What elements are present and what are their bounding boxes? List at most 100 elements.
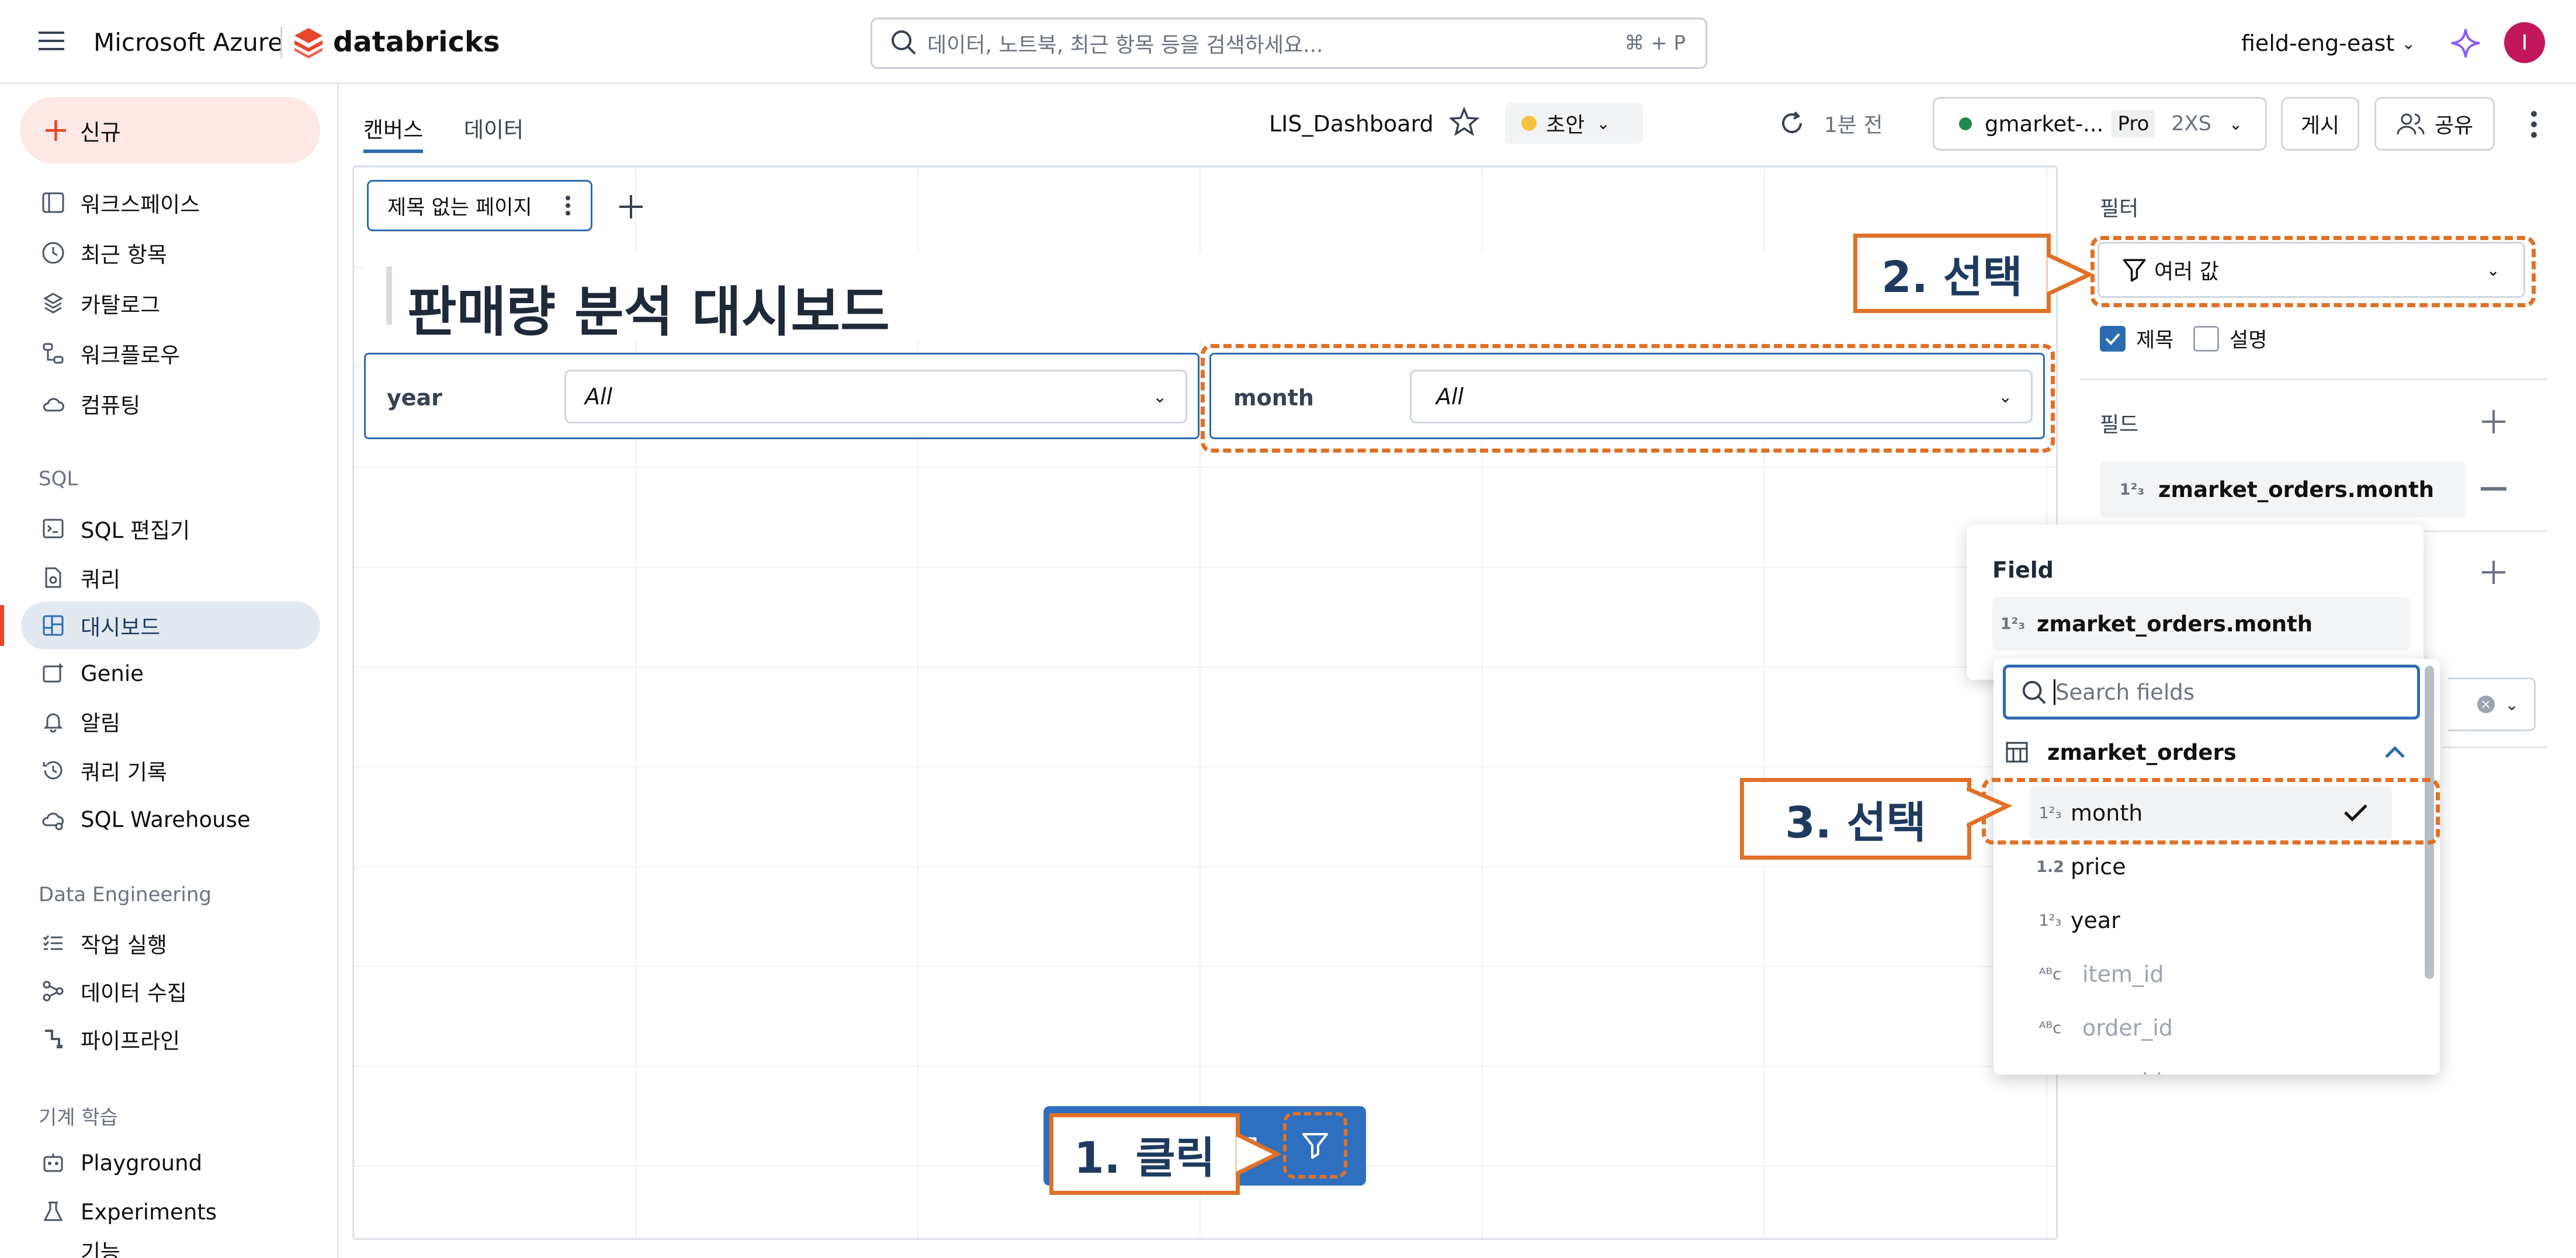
tab-canvas[interactable]: 캔버스	[363, 110, 424, 153]
flask-icon	[36, 1195, 70, 1229]
global-search[interactable]: 데이터, 노트북, 최근 항목 등을 검색하세요... ⌘ + P	[871, 18, 1707, 69]
assistant-sparkle-icon[interactable]	[2449, 27, 2482, 60]
people-icon	[2397, 113, 2425, 135]
sidebar-item-dashboards[interactable]: 대시보드	[21, 602, 320, 649]
annotation-highlight-month-filter	[1201, 344, 2055, 453]
sidebar-item-catalog[interactable]: 카탈로그	[21, 279, 320, 327]
sidebar-item-workflows[interactable]: 워크플로우	[21, 329, 320, 377]
dashboard-title-widget[interactable]: 판매량 분석 대시보드	[365, 252, 2055, 343]
remove-field-icon[interactable]	[2481, 487, 2506, 491]
tab-label: 데이터	[464, 117, 524, 143]
checkbox-checked-icon	[2100, 325, 2126, 352]
panel-heading-filter: 필터	[2100, 197, 2139, 221]
kebab-menu-icon[interactable]	[565, 196, 571, 216]
sidebar-item-pipelines[interactable]: 파이프라인	[21, 1015, 320, 1063]
sidebar-item-workspace[interactable]: 워크스페이스	[21, 179, 320, 227]
sidebar-item-alerts[interactable]: 알림	[21, 697, 320, 745]
table-group-header[interactable]: zmarket_orders	[2003, 725, 2412, 779]
tab-data[interactable]: 데이터	[464, 112, 523, 144]
pipeline-icon	[36, 1022, 70, 1056]
field-option-label: year	[2071, 908, 2120, 933]
sidebar-item-features[interactable]: 기능	[21, 1235, 320, 1258]
panel-heading-fields: 필드	[2100, 413, 2139, 437]
integer-type-icon: 1²₃	[2119, 480, 2145, 499]
sidebar-item-label: SQL 편집기	[81, 518, 190, 543]
search-placeholder: 데이터, 노트북, 최근 항목 등을 검색하세요...	[927, 33, 1323, 57]
sidebar-item-queries[interactable]: 쿼리	[21, 554, 320, 602]
sidebar-item-label: 알림	[81, 711, 121, 736]
add-page-icon[interactable]	[617, 193, 645, 221]
show-title-checkbox[interactable]: 제목	[2100, 324, 2173, 353]
selected-field-chip[interactable]: 1²₃ zmarket_orders.month	[2100, 461, 2466, 517]
warehouse-icon	[36, 802, 70, 836]
annotation-text: 2. 선택	[1881, 252, 2023, 303]
user-avatar[interactable]: I	[2504, 22, 2545, 63]
annotation-step-1: 1. 클릭	[1049, 1113, 1240, 1195]
clock-icon	[36, 236, 70, 270]
star-icon[interactable]	[1448, 106, 1480, 137]
sidebar-item-label: 쿼리	[81, 567, 121, 592]
avatar-initial: I	[2521, 30, 2528, 55]
plus-icon: +	[42, 111, 70, 149]
clear-icon[interactable]: ×	[2477, 696, 2495, 713]
current-field: 1²₃ zmarket_orders.month	[1992, 597, 2411, 651]
refresh-button[interactable]: 1분 전	[1777, 106, 1883, 140]
sidebar-item-label: 파이프라인	[81, 1028, 181, 1054]
new-button-label: 신규	[79, 119, 121, 145]
year-filter-select[interactable]: All ⌄	[564, 370, 1187, 423]
field-search-input[interactable]: Search fields	[2003, 665, 2420, 720]
more-options-icon[interactable]	[2530, 110, 2538, 139]
dashboard-name[interactable]: LIS_Dashboard	[1269, 111, 1434, 137]
warehouse-name: gmarket-...	[1985, 111, 2104, 137]
sidebar-item-genie[interactable]: Genie	[21, 649, 320, 697]
publish-button[interactable]: 게시	[2281, 97, 2359, 151]
field-option-label: price	[2071, 854, 2126, 880]
sidebar-item-query-history[interactable]: 쿼리 기록	[21, 746, 320, 794]
sidebar-item-playground[interactable]: Playground	[21, 1139, 320, 1187]
sidebar-item-recents[interactable]: 최근 항목	[21, 229, 320, 277]
sidebar-item-label: 워크플로우	[81, 343, 181, 368]
year-filter-widget[interactable]: year All ⌄	[364, 353, 1199, 439]
share-button[interactable]: 공유	[2374, 97, 2495, 151]
feature-icon	[36, 1235, 70, 1258]
sidebar-item-sql-editor[interactable]: SQL 편집기	[21, 505, 320, 552]
annotation-step-2: 2. 선택	[1853, 234, 2051, 313]
annotation-highlight-month-option	[1982, 778, 2440, 845]
hamburger-menu-icon[interactable]	[39, 30, 64, 51]
warehouse-selector[interactable]: gmarket-... Pro 2XS ⌄	[1933, 97, 2267, 151]
sidebar-item-compute[interactable]: 컴퓨팅	[21, 380, 320, 428]
add-field-icon[interactable]	[2481, 409, 2506, 435]
sidebar-item-label: 쿼리 기록	[81, 760, 167, 785]
default-value-select[interactable]: × ⌄	[2448, 677, 2536, 731]
chevron-down-icon: ⌄	[2228, 114, 2243, 134]
ingest-icon	[36, 974, 70, 1008]
field-option-user-id: ᴬᴮc user_id	[2030, 1055, 2392, 1075]
sidebar-section-sql: SQL	[39, 467, 78, 491]
filter-label: year	[387, 385, 442, 411]
annotation-text: 3. 선택	[1785, 797, 1926, 848]
sidebar-item-data-ingestion[interactable]: 데이터 수집	[21, 967, 320, 1015]
databricks-logo[interactable]: databricks	[292, 23, 500, 61]
annotation-highlight-filter-button	[1283, 1112, 1347, 1179]
workspace-switcher[interactable]: field-eng-east ⌄	[2241, 27, 2415, 60]
bell-icon	[36, 704, 70, 738]
field-option-price[interactable]: 1.2 price	[2030, 840, 2392, 894]
checkbox-unchecked-icon	[2193, 325, 2219, 352]
page-tab[interactable]: 제목 없는 페이지	[367, 180, 592, 231]
dashboard-title: 판매량 분석 대시보드	[407, 281, 890, 343]
sidebar-item-experiments[interactable]: Experiments	[21, 1188, 320, 1236]
search-icon	[890, 29, 917, 58]
field-option-year[interactable]: 1²₃ year	[2030, 894, 2392, 947]
sidebar-item-job-runs[interactable]: 작업 실행	[21, 919, 320, 967]
string-type-icon: ᴬᴮc	[2038, 965, 2062, 984]
draft-status-dropdown[interactable]: 초안 ⌄	[1505, 103, 1643, 144]
show-description-checkbox[interactable]: 설명	[2193, 324, 2267, 353]
new-button[interactable]: + 신규	[20, 97, 320, 164]
sidebar-item-sql-warehouse[interactable]: SQL Warehouse	[21, 795, 320, 843]
workflow-icon	[36, 336, 70, 370]
text-cursor-bar	[386, 266, 392, 325]
folder-icon	[36, 186, 70, 220]
list-icon	[36, 926, 70, 960]
checkbox-label: 제목	[2136, 329, 2174, 352]
add-item-icon[interactable]	[2481, 560, 2506, 585]
